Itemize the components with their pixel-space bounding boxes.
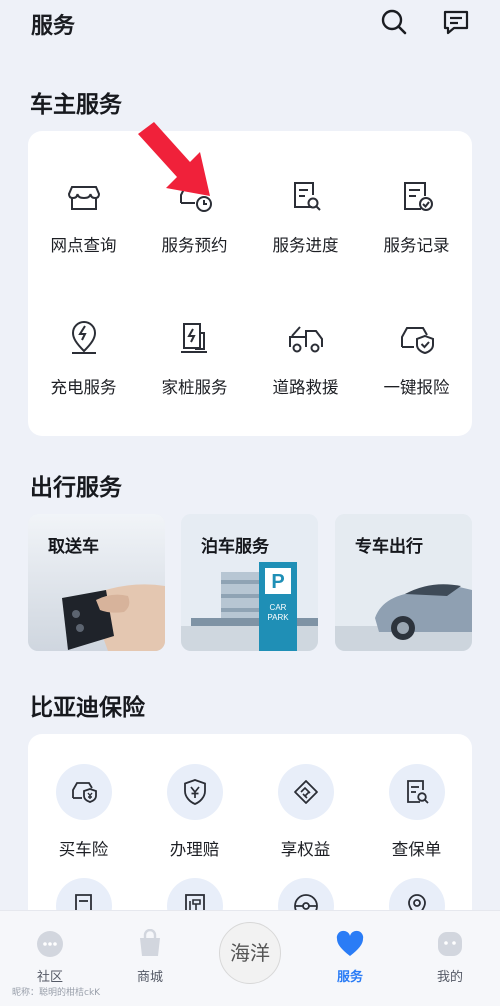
travel-label: 取送车	[48, 537, 99, 557]
section-title-car-owner: 车主服务	[30, 92, 122, 118]
tab-label: 社区	[36, 970, 63, 985]
tab-service[interactable]: 服务	[300, 911, 400, 1006]
chat-icon	[37, 931, 63, 957]
service-label: 道路救援	[272, 378, 339, 397]
service-label: 家桩服务	[161, 378, 228, 397]
service-label: 充电服务	[50, 378, 117, 397]
insurance-label: 办理赔	[169, 840, 220, 859]
car-owner-card: 网点查询 服务预约 服务进度 服务记录 充电服务 家桩服务 道路救援 一键报险	[28, 131, 472, 436]
icon-circle	[277, 764, 334, 820]
car-yuan-icon	[71, 782, 97, 803]
tab-mall[interactable]: 商城	[100, 911, 200, 1006]
travel-label: 泊车服务	[201, 537, 269, 557]
annotation-arrow-icon	[138, 122, 210, 196]
service-outlet-search[interactable]: 网点查询	[28, 177, 139, 256]
handshake-icon	[293, 780, 318, 804]
insurance-label: 查保单	[391, 840, 442, 859]
insurance-policy[interactable]: 查保单	[361, 764, 472, 860]
message-icon[interactable]	[442, 8, 470, 36]
tab-label: 我的	[436, 970, 463, 985]
travel-label: 专车出行	[355, 537, 423, 557]
service-home-charger[interactable]: 家桩服务	[139, 319, 250, 398]
center-brand-logo[interactable]: 海洋	[219, 922, 281, 984]
icon-circle	[166, 764, 223, 820]
service-report-insurance[interactable]: 一键报险	[361, 319, 472, 398]
service-progress[interactable]: 服务进度	[250, 177, 361, 256]
service-label: 服务记录	[383, 236, 450, 255]
insurance-card: 买车险 办理赔 享权益 查保单	[28, 734, 472, 934]
top-bar: 服务	[0, 0, 500, 50]
shield-yuan-icon	[183, 779, 206, 805]
icon-circle	[55, 764, 112, 820]
doc-search-icon	[406, 780, 429, 804]
service-label: 网点查询	[50, 236, 117, 255]
svg-text:PARK: PARK	[267, 613, 289, 622]
service-label: 一键报险	[383, 378, 450, 397]
insurance-label: 买车险	[58, 840, 109, 859]
service-records[interactable]: 服务记录	[361, 177, 472, 256]
doc-check-icon	[403, 182, 433, 211]
service-label: 服务进度	[272, 236, 339, 255]
travel-card-pickup[interactable]: 取送车	[28, 514, 165, 651]
icon-circle	[388, 764, 445, 820]
face-icon	[438, 932, 462, 956]
bag-icon	[140, 929, 160, 956]
search-icon[interactable]	[380, 8, 408, 36]
charge-pin-icon	[71, 321, 96, 354]
svg-text:P: P	[271, 571, 284, 593]
svg-text:CAR: CAR	[270, 603, 287, 612]
travel-card-parking[interactable]: P CAR PARK 泊车服务	[181, 514, 318, 651]
watermark-text: 昵称：聪明的柑桔ckK	[12, 988, 101, 998]
car-shield-icon	[400, 327, 434, 355]
page-title: 服务	[31, 14, 76, 39]
insurance-claim[interactable]: 办理赔	[139, 764, 250, 860]
store-icon	[67, 186, 100, 210]
tow-truck-icon	[288, 326, 323, 353]
travel-card-chauffeur[interactable]: 专车出行	[335, 514, 472, 651]
insurance-label: 享权益	[280, 840, 331, 859]
tab-mine[interactable]: 我的	[400, 911, 500, 1006]
insurance-buy[interactable]: 买车险	[28, 764, 139, 860]
service-label: 服务预约	[161, 236, 228, 255]
heart-icon	[336, 930, 364, 956]
home-charger-icon	[180, 323, 207, 353]
section-title-travel: 出行服务	[30, 475, 122, 501]
tab-label: 商城	[136, 970, 163, 985]
doc-search-icon	[293, 182, 321, 211]
service-road-rescue[interactable]: 道路救援	[250, 319, 361, 398]
tab-label: 服务	[336, 970, 363, 985]
service-charging[interactable]: 充电服务	[28, 319, 139, 398]
insurance-benefits[interactable]: 享权益	[250, 764, 361, 860]
section-title-insurance: 比亚迪保险	[30, 695, 145, 721]
